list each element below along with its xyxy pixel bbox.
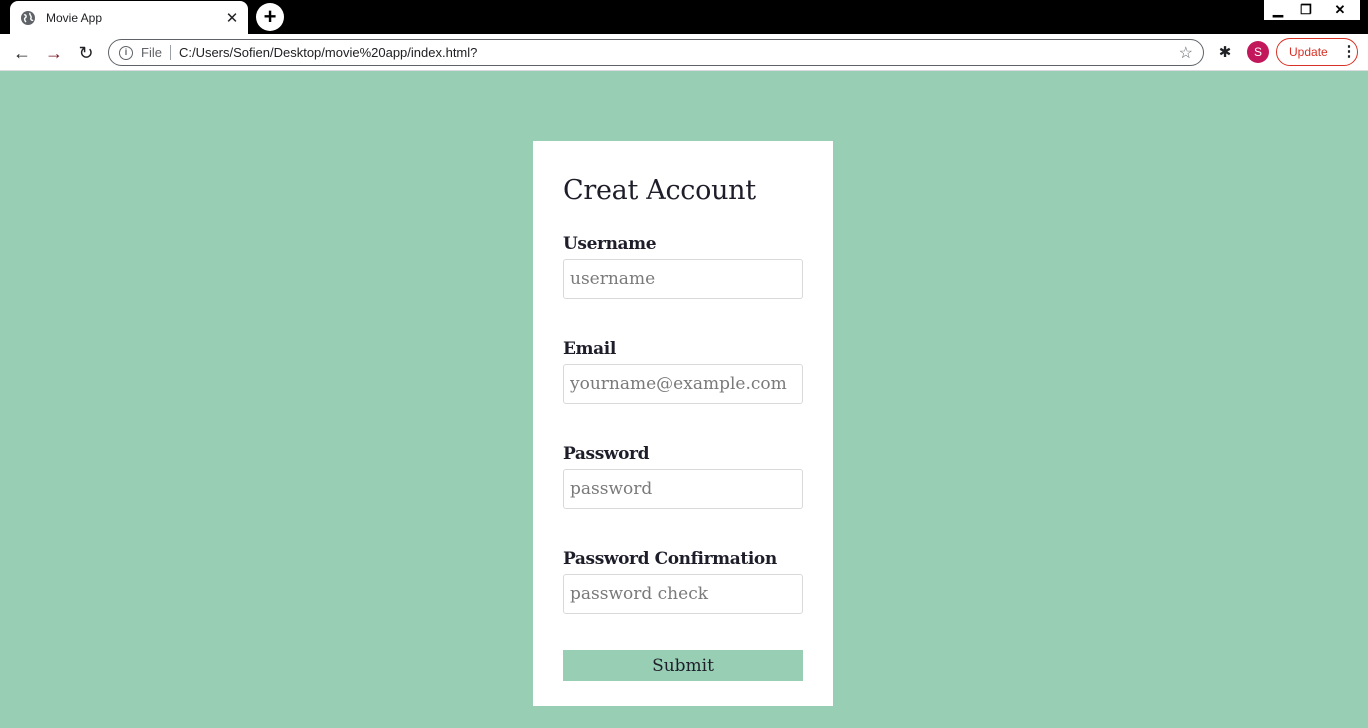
tab-title: Movie App	[46, 10, 103, 25]
new-tab-button[interactable]: +	[256, 3, 284, 31]
restore-icon: ❐	[1300, 2, 1312, 17]
username-field-group: Username	[563, 234, 803, 299]
browser-toolbar: ← → ↻ i File C:/Users/Sofien/Desktop/mov…	[0, 34, 1368, 71]
password-confirmation-label: Password Confirmation	[563, 549, 777, 569]
username-label: Username	[563, 234, 657, 254]
email-input[interactable]	[563, 364, 803, 404]
close-window-button[interactable]: ✕	[1320, 0, 1360, 20]
password-confirmation-input[interactable]	[563, 574, 803, 614]
tab-movie-app[interactable]: Movie App ✕	[10, 1, 248, 34]
url-text[interactable]: C:/Users/Sofien/Desktop/movie%20app/inde…	[179, 45, 1179, 60]
arrow-left-icon: ←	[13, 43, 31, 63]
restore-button[interactable]: ❐	[1292, 0, 1320, 20]
password-label: Password	[563, 444, 650, 464]
email-label: Email	[563, 339, 616, 359]
address-bar[interactable]: i File C:/Users/Sofien/Desktop/movie%20a…	[108, 39, 1204, 66]
password-field-group: Password	[563, 444, 803, 509]
arrow-right-icon: →	[45, 43, 63, 63]
close-tab-icon[interactable]: ✕	[224, 9, 240, 27]
profile-avatar[interactable]: S	[1247, 41, 1269, 63]
reload-icon: ↻	[78, 43, 94, 63]
forward-button[interactable]: →	[42, 41, 66, 65]
back-button[interactable]: ←	[10, 41, 34, 65]
email-field-group: Email	[563, 339, 803, 404]
submit-button[interactable]: Submit	[563, 650, 803, 681]
minimize-icon: ▁	[1273, 2, 1283, 17]
update-label: Update	[1289, 45, 1328, 59]
create-account-card: Creat Account Username Email Password Pa…	[533, 141, 833, 706]
tab-strip: Movie App ✕ + ▁ ❐ ✕	[0, 0, 1368, 34]
update-button[interactable]: Update ⋮	[1276, 38, 1358, 66]
kebab-menu-icon[interactable]: ⋮	[1341, 44, 1357, 59]
bookmark-star-icon[interactable]: ☆	[1179, 43, 1193, 63]
close-icon: ✕	[1334, 2, 1346, 17]
password-confirmation-field-group: Password Confirmation	[563, 549, 803, 614]
info-icon[interactable]: i	[119, 45, 133, 60]
form-title: Creat Account	[563, 175, 756, 206]
reload-button[interactable]: ↻	[74, 41, 98, 65]
username-input[interactable]	[563, 259, 803, 299]
extensions-puzzle-icon[interactable]: ✱	[1216, 43, 1234, 61]
globe-icon	[21, 10, 35, 25]
password-input[interactable]	[563, 469, 803, 509]
minimize-button[interactable]: ▁	[1264, 0, 1292, 20]
scheme-label: File	[141, 45, 171, 60]
